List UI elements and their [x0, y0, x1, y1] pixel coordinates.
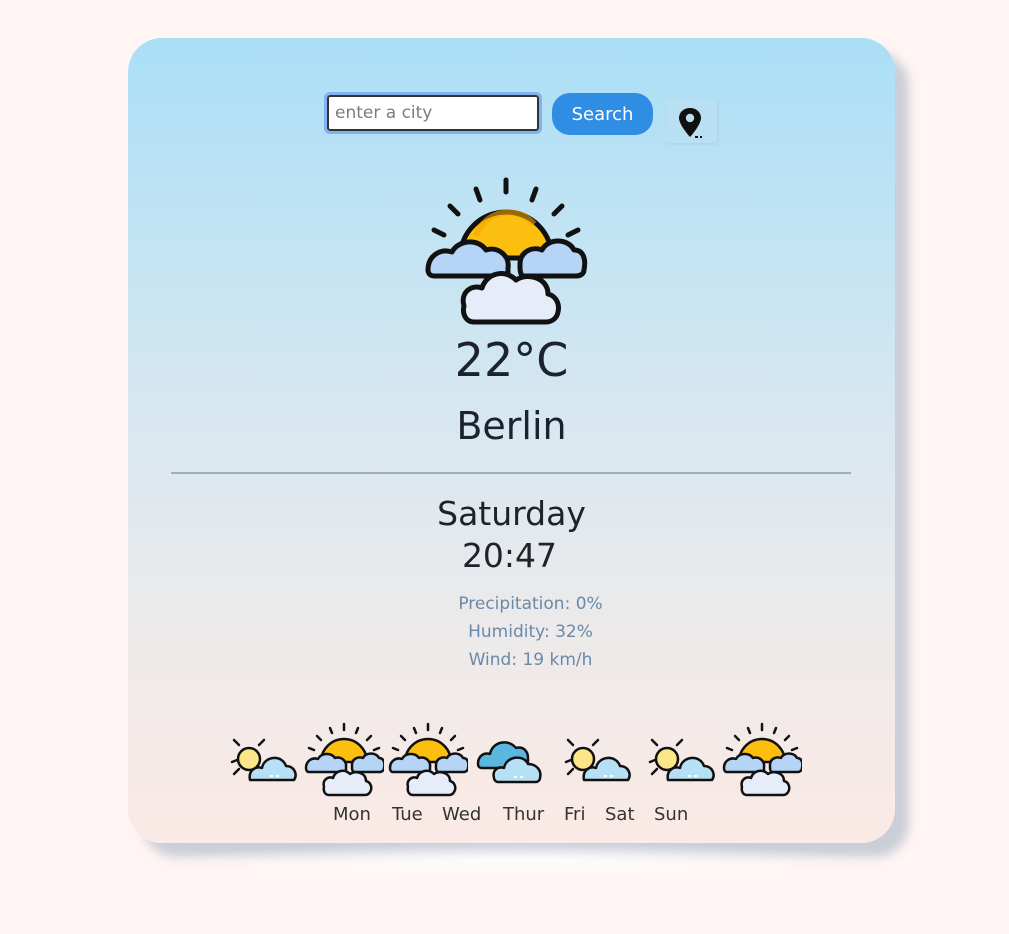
city-name: Berlin: [456, 404, 567, 448]
forecast-icons: [228, 722, 808, 802]
forecast-day-label: Tue: [392, 804, 423, 825]
forecast-day-label: Sat: [605, 804, 635, 825]
forecast-day-label: Mon: [333, 804, 371, 825]
sun-behind-clouds-icon: [388, 722, 468, 797]
forecast-day-label: Fri: [564, 804, 586, 825]
current-time: 20:47: [461, 536, 558, 575]
current-location-button[interactable]: [666, 99, 717, 143]
forecast-day-label: Wed: [442, 804, 482, 825]
partly-cloudy-small-sun-icon: [230, 738, 297, 782]
humidity-text: Humidity: 32%: [468, 622, 593, 642]
divider: [171, 472, 851, 474]
forecast-day-label: Thur: [503, 804, 545, 825]
partly-cloudy-small-sun-icon: [648, 738, 715, 782]
card-reflection: [170, 842, 870, 878]
search-bar: Search: [128, 92, 895, 153]
forecast-day-labels: Mon Tue Wed Thur Fri Sat Sun: [128, 804, 895, 830]
cloudy-icon: [476, 741, 542, 784]
partly-cloudy-small-sun-icon: [564, 738, 631, 782]
wind-text: Wind: 19 km/h: [468, 650, 593, 670]
current-temperature: 22°C: [454, 333, 569, 387]
weather-card: Search 22°C Berlin Saturday 20:: [128, 38, 895, 843]
city-search-input[interactable]: [324, 92, 542, 134]
map-pin-icon: [679, 108, 702, 138]
current-day: Saturday: [437, 494, 586, 533]
weather-details: Precipitation: 0% Humidity: 32% Wind: 19…: [128, 590, 895, 674]
precipitation-text: Precipitation: 0%: [458, 594, 603, 614]
sun-behind-clouds-icon: [304, 722, 384, 797]
search-button[interactable]: Search: [552, 93, 653, 135]
forecast-day-label: Sun: [654, 804, 689, 825]
partly-sunny-icon: [425, 177, 588, 325]
sun-behind-clouds-icon: [722, 722, 802, 797]
